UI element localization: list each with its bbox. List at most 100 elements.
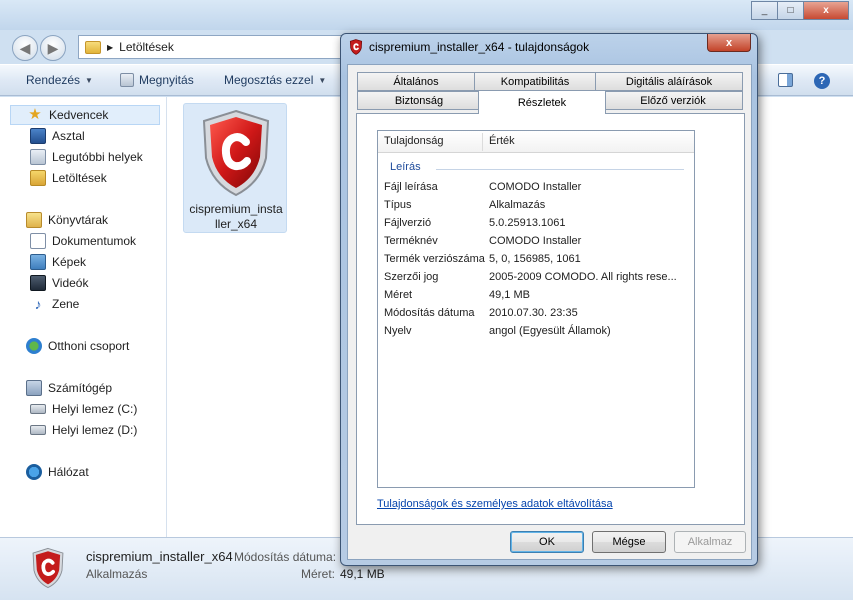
dialog-title: cispremium_installer_x64 - tulajdonságok (369, 40, 590, 54)
tab-digital-signatures[interactable]: Digitális aláírások (595, 72, 743, 91)
nav-label: Otthoni csoport (48, 339, 130, 353)
file-name: cispremium_installer_x64 (189, 202, 283, 231)
details-panel: Tulajdonság Érték Leírás Fájl leírása COM… (356, 113, 745, 525)
list-row[interactable]: Terméknév COMODO Installer (378, 233, 694, 251)
tab-details[interactable]: Részletek (478, 90, 606, 114)
preview-pane-button[interactable] (778, 73, 793, 87)
explorer-titlebar: _ □ x (0, 0, 853, 30)
nav-label: Hálózat (48, 465, 89, 479)
nav-label: Számítógép (48, 381, 113, 395)
pictures-icon (30, 254, 46, 270)
dialog-close-button[interactable]: x (707, 34, 751, 52)
property-value: 2005-2009 COMODO. All rights rese... (489, 271, 677, 283)
nav-computer[interactable]: Számítógép (26, 378, 112, 398)
property-value: angol (Egyesült Államok) (489, 325, 611, 337)
list-row[interactable]: Módosítás dátuma 2010.07.30. 23:35 (378, 305, 694, 323)
comodo-shield-icon (349, 39, 363, 55)
nav-desktop[interactable]: Asztal (30, 126, 85, 146)
properties-list[interactable]: Tulajdonság Érték Leírás Fájl leírása COM… (377, 130, 695, 488)
documents-icon (30, 233, 46, 249)
column-header-value[interactable]: Érték (489, 135, 515, 147)
share-menu[interactable]: Megosztás ezzel ▼ (224, 73, 326, 87)
nav-libraries[interactable]: Könyvtárak (26, 210, 108, 230)
nav-label: Helyi lemez (C:) (52, 402, 138, 416)
nav-label: Dokumentumok (52, 234, 137, 248)
ok-button[interactable]: OK (510, 531, 584, 553)
nav-downloads[interactable]: Letöltések (30, 168, 107, 188)
breadcrumb-arrow-icon: ▶ (107, 42, 114, 52)
address-text: Letöltések (119, 40, 174, 54)
organize-menu[interactable]: Rendezés ▼ (26, 73, 93, 87)
property-name: Típus (384, 199, 412, 211)
property-value: 5, 0, 156985, 1061 (489, 253, 581, 265)
property-name: Fájlverzió (384, 217, 432, 229)
help-icon: ? (814, 73, 830, 89)
list-row[interactable]: Típus Alkalmazás (378, 197, 694, 215)
minimize-button[interactable]: _ (751, 1, 778, 20)
nav-homegroup[interactable]: Otthoni csoport (26, 336, 129, 356)
nav-label: Helyi lemez (D:) (52, 423, 138, 437)
nav-drive-c[interactable]: Helyi lemez (C:) (30, 399, 137, 419)
comodo-shield-icon (32, 547, 64, 589)
nav-pictures[interactable]: Képek (30, 252, 86, 272)
music-note-icon: ♪ (34, 296, 42, 312)
list-row[interactable]: Szerzői jog 2005-2009 COMODO. All rights … (378, 269, 694, 287)
section-header-description: Leírás (390, 161, 421, 173)
nav-favorites[interactable]: ★ Kedvencek (10, 105, 160, 125)
cancel-button[interactable]: Mégse (592, 531, 666, 553)
file-item[interactable]: cispremium_installer_x64 (183, 103, 287, 233)
dropdown-arrow-icon: ▼ (318, 75, 327, 85)
property-value: 2010.07.30. 23:35 (489, 307, 578, 319)
nav-label: Asztal (52, 129, 85, 143)
nav-videos[interactable]: Videók (30, 273, 88, 293)
nav-music[interactable]: ♪ Zene (30, 294, 80, 314)
nav-documents[interactable]: Dokumentumok (30, 231, 136, 251)
nav-label: Kedvencek (49, 108, 109, 122)
nav-drive-d[interactable]: Helyi lemez (D:) (30, 420, 137, 440)
star-icon: ★ (28, 106, 42, 123)
desktop-icon (30, 128, 46, 144)
open-button[interactable]: Megnyitás (120, 73, 194, 87)
maximize-button[interactable]: □ (777, 1, 804, 20)
tab-previous-versions[interactable]: Előző verziók (603, 91, 743, 110)
property-value: 5.0.25913.1061 (489, 217, 566, 229)
details-size-label: Méret: (301, 567, 336, 581)
tab-compatibility[interactable]: Kompatibilitás (474, 72, 596, 91)
list-row[interactable]: Fájl leírása COMODO Installer (378, 179, 694, 197)
help-button[interactable]: ? (814, 73, 830, 89)
remove-properties-link[interactable]: Tulajdonságok és személyes adatok eltávo… (377, 498, 613, 510)
property-value: Alkalmazás (489, 199, 546, 211)
section-divider (436, 169, 684, 170)
column-header-property[interactable]: Tulajdonság (384, 135, 444, 147)
list-row[interactable]: Termék verziószáma 5, 0, 156985, 1061 (378, 251, 694, 269)
property-value: COMODO Installer (489, 181, 582, 193)
address-bar[interactable]: ▶ Letöltések (78, 35, 378, 59)
back-arrow-icon: ◀ (19, 39, 31, 56)
property-name: Fájl leírása (384, 181, 438, 193)
list-row[interactable]: Fájlverzió 5.0.25913.1061 (378, 215, 694, 233)
nav-recent-places[interactable]: Legutóbbi helyek (30, 147, 143, 167)
organize-label: Rendezés (26, 73, 81, 87)
navigation-pane: ★ Kedvencek Asztal Legutóbbi helyek Letö… (0, 97, 167, 537)
property-name: Termék verziószáma (384, 253, 485, 265)
close-button[interactable]: x (803, 1, 849, 20)
window-controls: _ □ x (751, 1, 849, 20)
column-divider[interactable] (482, 133, 483, 151)
details-size-value: 49,1 MB (340, 567, 385, 581)
details-file-name: cispremium_installer_x64 (86, 549, 233, 564)
list-row[interactable]: Méret 49,1 MB (378, 287, 694, 305)
list-row[interactable]: Nyelv angol (Egyesült Államok) (378, 323, 694, 341)
apply-button[interactable]: Alkalmaz (674, 531, 746, 553)
back-button[interactable]: ◀ (12, 35, 38, 61)
tab-general[interactable]: Általános (357, 72, 475, 91)
property-name: Terméknév (384, 235, 438, 247)
nav-network[interactable]: Hálózat (26, 462, 89, 482)
forward-arrow-icon: ▶ (47, 39, 59, 56)
details-modified-label: Módosítás dátuma: (234, 550, 337, 564)
recent-places-icon (30, 149, 46, 165)
forward-button[interactable]: ▶ (40, 35, 66, 61)
nav-label: Képek (52, 255, 87, 269)
tab-security[interactable]: Biztonság (357, 91, 481, 110)
homegroup-icon (26, 338, 42, 354)
dropdown-arrow-icon: ▼ (85, 75, 93, 85)
